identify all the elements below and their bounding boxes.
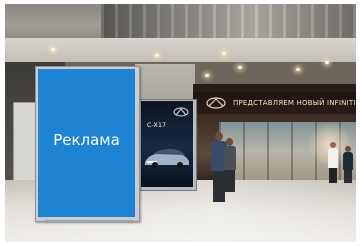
person: [223, 138, 237, 194]
ceiling-soffit: [5, 38, 356, 62]
ad-sign-text: Реклама: [53, 131, 120, 149]
ad-sign-base: [45, 220, 134, 223]
mall-photo: ПРЕДСТАВЛЯЕМ НОВЫЙ INFINITI Q50 C-X17: [5, 4, 356, 242]
ceiling-light: [51, 48, 55, 51]
ceiling-light: [238, 66, 242, 69]
car-ad-title: C-X17: [147, 122, 167, 129]
person: [327, 142, 339, 184]
ceiling-light: [222, 52, 226, 55]
info-stand: [13, 102, 37, 184]
infiniti-logo-icon: [173, 107, 189, 117]
ceiling-light: [205, 74, 209, 77]
infiniti-logo-icon: [206, 97, 226, 109]
ceiling-light: [155, 54, 159, 57]
car-image: [145, 148, 189, 168]
ceiling-light: [325, 61, 329, 64]
person: [343, 146, 353, 184]
ceiling-panel: [101, 4, 356, 38]
store-banner-text: ПРЕДСТАВЛЯЕМ НОВЫЙ INFINITI Q50: [233, 99, 356, 107]
ceiling-light: [296, 68, 300, 71]
